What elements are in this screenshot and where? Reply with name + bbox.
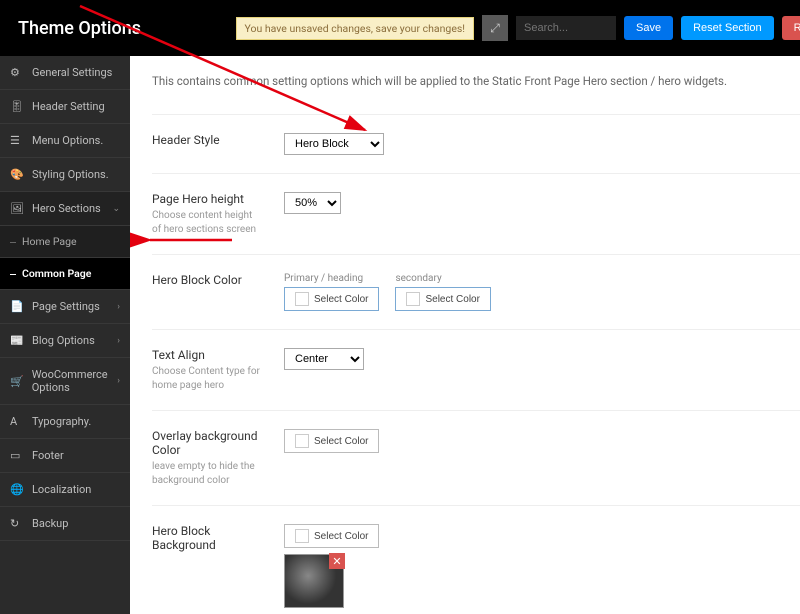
settings-panel: This contains common setting options whi…	[130, 56, 800, 614]
globe-icon: 🌐	[10, 483, 24, 496]
panel-intro: This contains common setting options whi…	[152, 74, 800, 88]
page-title: Theme Options	[18, 18, 141, 39]
chevron-icon: ⌄	[112, 204, 120, 214]
option-item[interactable]: ↻ Backup	[0, 507, 130, 541]
secondary-color-button[interactable]: Select Color	[395, 287, 490, 311]
option-label: Localization	[32, 483, 91, 496]
page-hero-height-label: Page Hero height	[152, 192, 262, 206]
gear-icon: ⚙	[10, 66, 24, 79]
swatch-icon	[295, 434, 309, 448]
chevron-icon: ›	[117, 376, 120, 386]
save-button[interactable]: Save	[624, 16, 673, 40]
option-label: WooCommerce Options	[32, 368, 110, 394]
hero-block-bg-label: Hero Block Background	[152, 524, 262, 552]
option-item[interactable]: 🎚 Header Setting	[0, 90, 130, 124]
option-item[interactable]: 🖼 Hero Sections ⌄	[0, 192, 130, 226]
option-label: Typography.	[32, 415, 91, 428]
option-item[interactable]: 🌐 Localization	[0, 473, 130, 507]
chevron-icon: ›	[117, 302, 120, 312]
option-label: Footer	[32, 449, 64, 462]
page-hero-height-select[interactable]: 50%	[284, 192, 341, 214]
swatch-icon	[406, 292, 420, 306]
overlay-bg-desc: leave empty to hide the background color	[152, 460, 262, 487]
text-align-select[interactable]: Center	[284, 348, 364, 370]
palette-icon: 🎨	[10, 168, 24, 181]
hero-block-color-label: Hero Block Color	[152, 273, 262, 287]
search-input[interactable]	[516, 16, 616, 40]
option-label: Page Settings	[32, 300, 100, 313]
option-item[interactable]: 📰 Blog Options ›	[0, 324, 130, 358]
hero-bg-color-button[interactable]: Select Color	[284, 524, 379, 548]
option-item[interactable]: 📄 Page Settings ›	[0, 290, 130, 324]
header-style-select[interactable]: Hero Block	[284, 133, 384, 155]
option-label: Backup	[32, 517, 68, 530]
swatch-icon	[295, 529, 309, 543]
image-icon: 🖼	[10, 202, 24, 215]
option-label: Menu Options.	[32, 134, 103, 147]
topbar: Theme Options You have unsaved changes, …	[0, 0, 800, 56]
option-item[interactable]: 🎨 Styling Options.	[0, 158, 130, 192]
option-label: Blog Options	[32, 334, 95, 347]
swatch-icon	[295, 292, 309, 306]
remove-image-icon[interactable]: ✕	[329, 553, 345, 569]
font-icon: A	[10, 415, 24, 428]
footer-icon: ▭	[10, 449, 24, 462]
option-label: Styling Options.	[32, 168, 109, 181]
reset-section-button[interactable]: Reset Section	[681, 16, 773, 40]
option-sub-item[interactable]: Home Page	[0, 226, 130, 258]
option-sub-item[interactable]: Common Page	[0, 258, 130, 290]
option-label: Hero Sections	[32, 202, 101, 215]
primary-color-button[interactable]: Select Color	[284, 287, 379, 311]
option-item[interactable]: ☰ Menu Options.	[0, 124, 130, 158]
cart-icon: 🛒	[10, 375, 24, 388]
options-sidebar: ⚙ General Settings 🎚 Header Setting ☰ Menu Op…	[0, 56, 130, 614]
option-label: Header Setting	[32, 100, 105, 113]
hero-bg-thumbnail[interactable]: ✕	[284, 554, 344, 608]
text-align-label: Text Align	[152, 348, 262, 362]
secondary-label: secondary	[395, 273, 490, 284]
sliders-icon: 🎚	[10, 100, 24, 113]
overlay-color-button[interactable]: Select Color	[284, 429, 379, 453]
option-item[interactable]: A Typography.	[0, 405, 130, 439]
text-align-desc: Choose Content type for home page hero	[152, 365, 262, 392]
blog-icon: 📰	[10, 334, 24, 347]
unsaved-warning: You have unsaved changes, save your chan…	[236, 17, 475, 40]
option-item[interactable]: ⚙ General Settings	[0, 56, 130, 90]
backup-icon: ↻	[10, 517, 24, 530]
primary-heading-label: Primary / heading	[284, 273, 379, 284]
option-item[interactable]: 🛒 WooCommerce Options ›	[0, 358, 130, 405]
page-icon: 📄	[10, 300, 24, 313]
page-hero-height-desc: Choose content height of hero sections s…	[152, 209, 262, 236]
chevron-icon: ›	[117, 336, 120, 346]
option-item[interactable]: ▭ Footer	[0, 439, 130, 473]
overlay-bg-label: Overlay background Color	[152, 429, 262, 457]
reset-all-button[interactable]: Reset All	[782, 16, 800, 40]
menu-icon: ☰	[10, 134, 24, 147]
header-style-label: Header Style	[152, 133, 262, 147]
option-label: General Settings	[32, 66, 112, 79]
expand-icon[interactable]: ⤢	[482, 15, 508, 41]
